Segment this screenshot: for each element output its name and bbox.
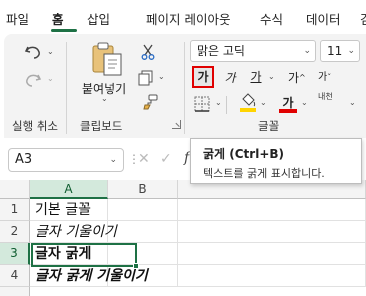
paste-dropdown-chevron-icon[interactable]: ⌄ bbox=[101, 94, 108, 103]
phonetic-button[interactable]: 내천 bbox=[318, 92, 346, 114]
row-header-4[interactable]: 4 bbox=[0, 265, 30, 287]
enter-check-icon[interactable]: ✓ bbox=[160, 151, 172, 167]
borders-dropdown-chevron-icon[interactable]: ⌄ bbox=[215, 98, 222, 107]
shrink-arrow-icon: ˇ bbox=[327, 73, 332, 82]
name-box[interactable]: A3 ⌄ bbox=[8, 148, 124, 172]
undo-button[interactable] bbox=[22, 42, 44, 62]
clipboard-dialog-launcher-icon[interactable] bbox=[172, 120, 181, 129]
copy-dropdown-chevron-icon[interactable]: ⌄ bbox=[158, 72, 165, 81]
underline-button[interactable]: 가 bbox=[246, 68, 266, 88]
scissors-icon bbox=[141, 44, 155, 60]
tab-review[interactable]: 검 bbox=[360, 9, 366, 28]
borders-button[interactable] bbox=[192, 94, 212, 114]
tab-home[interactable]: 홈 bbox=[52, 9, 64, 28]
column-header-a[interactable]: A bbox=[30, 180, 108, 199]
fill-handle[interactable] bbox=[133, 263, 139, 269]
tab-page-layout[interactable]: 페이지 레이아웃 bbox=[146, 9, 230, 28]
font-color-button[interactable]: 가 bbox=[278, 92, 298, 114]
group-separator bbox=[184, 42, 185, 134]
format-painter-icon bbox=[143, 94, 158, 110]
cut-button[interactable] bbox=[138, 42, 158, 62]
group-separator bbox=[66, 42, 67, 134]
bold-glyph: 가 bbox=[197, 70, 209, 84]
cell-b2[interactable] bbox=[108, 221, 178, 243]
fill-color-dropdown-chevron-icon[interactable]: ⌄ bbox=[260, 98, 267, 107]
font-color-glyph: 가 bbox=[282, 96, 294, 110]
row-header-2[interactable]: 2 bbox=[0, 221, 30, 243]
tooltip-description: 텍스트를 굵게 표시합니다. bbox=[203, 167, 325, 180]
phonetic-dropdown-chevron-icon[interactable]: ⌄ bbox=[349, 98, 356, 107]
column-header-b[interactable]: B bbox=[108, 180, 178, 199]
cell-c3[interactable] bbox=[178, 243, 366, 265]
bold-tooltip: 굵게 (Ctrl+B) 텍스트를 굵게 표시합니다. bbox=[190, 138, 362, 184]
shrink-font-glyph: 가 bbox=[318, 72, 328, 83]
font-name-chevron-icon[interactable]: ⌄ bbox=[303, 41, 311, 61]
font-size-value: 11 bbox=[327, 44, 343, 58]
paste-button[interactable] bbox=[88, 40, 126, 78]
font-group-label: 글꼴 bbox=[258, 119, 280, 133]
grow-font-button[interactable]: 가^ bbox=[288, 68, 310, 88]
tab-insert[interactable]: 삽입 bbox=[87, 9, 110, 28]
ribbon-tab-bar: 파일 홈 삽입 페이지 레이아웃 수식 데이터 검 bbox=[0, 0, 366, 34]
tab-data[interactable]: 데이터 bbox=[306, 9, 341, 28]
bold-button[interactable]: 가 bbox=[192, 66, 214, 88]
cell-a2-text: 글자 기울이기 bbox=[35, 224, 117, 240]
grow-arrow-icon: ^ bbox=[299, 73, 306, 82]
underline-dropdown-chevron-icon[interactable]: ⌄ bbox=[268, 72, 275, 81]
undo-icon bbox=[24, 46, 40, 59]
redo-dropdown-chevron-icon[interactable]: ⌄ bbox=[47, 74, 54, 83]
divider bbox=[226, 96, 227, 114]
font-color-dropdown-chevron-icon[interactable]: ⌄ bbox=[301, 98, 308, 107]
italic-button[interactable]: 가 bbox=[220, 68, 240, 88]
select-all-corner[interactable] bbox=[0, 180, 30, 199]
copy-button[interactable] bbox=[136, 68, 156, 88]
clipboard-group-label: 클립보드 bbox=[80, 119, 123, 133]
active-cell-border bbox=[31, 243, 137, 267]
underline-glyph: 가 bbox=[250, 70, 262, 84]
shrink-font-button[interactable]: 가ˇ bbox=[318, 68, 340, 88]
active-tab-indicator bbox=[51, 29, 77, 32]
cell-a1-text: 기본 글꼴 bbox=[35, 202, 91, 218]
font-color-swatch bbox=[279, 109, 297, 113]
font-name-combo[interactable]: 맑은 고딕 ⌄ bbox=[190, 40, 316, 62]
italic-glyph: 가 bbox=[224, 71, 236, 85]
insert-function-button[interactable]: f bbox=[184, 150, 189, 166]
borders-icon bbox=[194, 96, 210, 112]
font-size-combo[interactable]: 11 ⌄ bbox=[320, 40, 360, 62]
row-header-1[interactable]: 1 bbox=[0, 199, 30, 221]
font-name-value: 맑은 고딕 bbox=[197, 44, 245, 58]
cancel-icon[interactable]: ✕ bbox=[138, 151, 150, 167]
tab-formulas[interactable]: 수식 bbox=[260, 9, 283, 28]
name-box-value: A3 bbox=[15, 152, 33, 167]
grow-font-glyph: 가 bbox=[288, 71, 300, 85]
ribbon: ⌄ ⌄ 실행 취소 붙여넣기 ⌄ ⌄ 클립보드 맑은 고딕 ⌄ 11 ⌄ 가 가… bbox=[4, 34, 366, 138]
undo-dropdown-chevron-icon[interactable]: ⌄ bbox=[47, 47, 54, 56]
paste-icon bbox=[92, 42, 122, 76]
cell-c1[interactable] bbox=[178, 199, 366, 221]
row-header-3[interactable]: 3 bbox=[0, 243, 30, 265]
fill-color-button[interactable] bbox=[238, 92, 258, 114]
cell-b1[interactable] bbox=[108, 199, 178, 221]
paint-bucket-icon bbox=[240, 93, 256, 112]
row-header-5[interactable] bbox=[0, 287, 30, 296]
name-box-chevron-icon[interactable]: ⌄ bbox=[109, 149, 117, 171]
font-size-chevron-icon[interactable]: ⌄ bbox=[347, 41, 355, 61]
cell-c4[interactable] bbox=[178, 265, 366, 287]
redo-icon bbox=[26, 74, 42, 87]
copy-icon bbox=[138, 70, 153, 86]
cell-c2[interactable] bbox=[178, 221, 366, 243]
tab-file[interactable]: 파일 bbox=[6, 9, 29, 28]
tooltip-title: 굵게 (Ctrl+B) bbox=[203, 147, 285, 161]
undo-group-label: 실행 취소 bbox=[12, 119, 58, 133]
redo-button[interactable] bbox=[22, 70, 44, 90]
cell-a4-text: 글자 굵게 기울이기 bbox=[35, 268, 148, 284]
format-painter-button[interactable] bbox=[140, 92, 160, 112]
phonetic-glyph: 내천 bbox=[318, 92, 333, 101]
